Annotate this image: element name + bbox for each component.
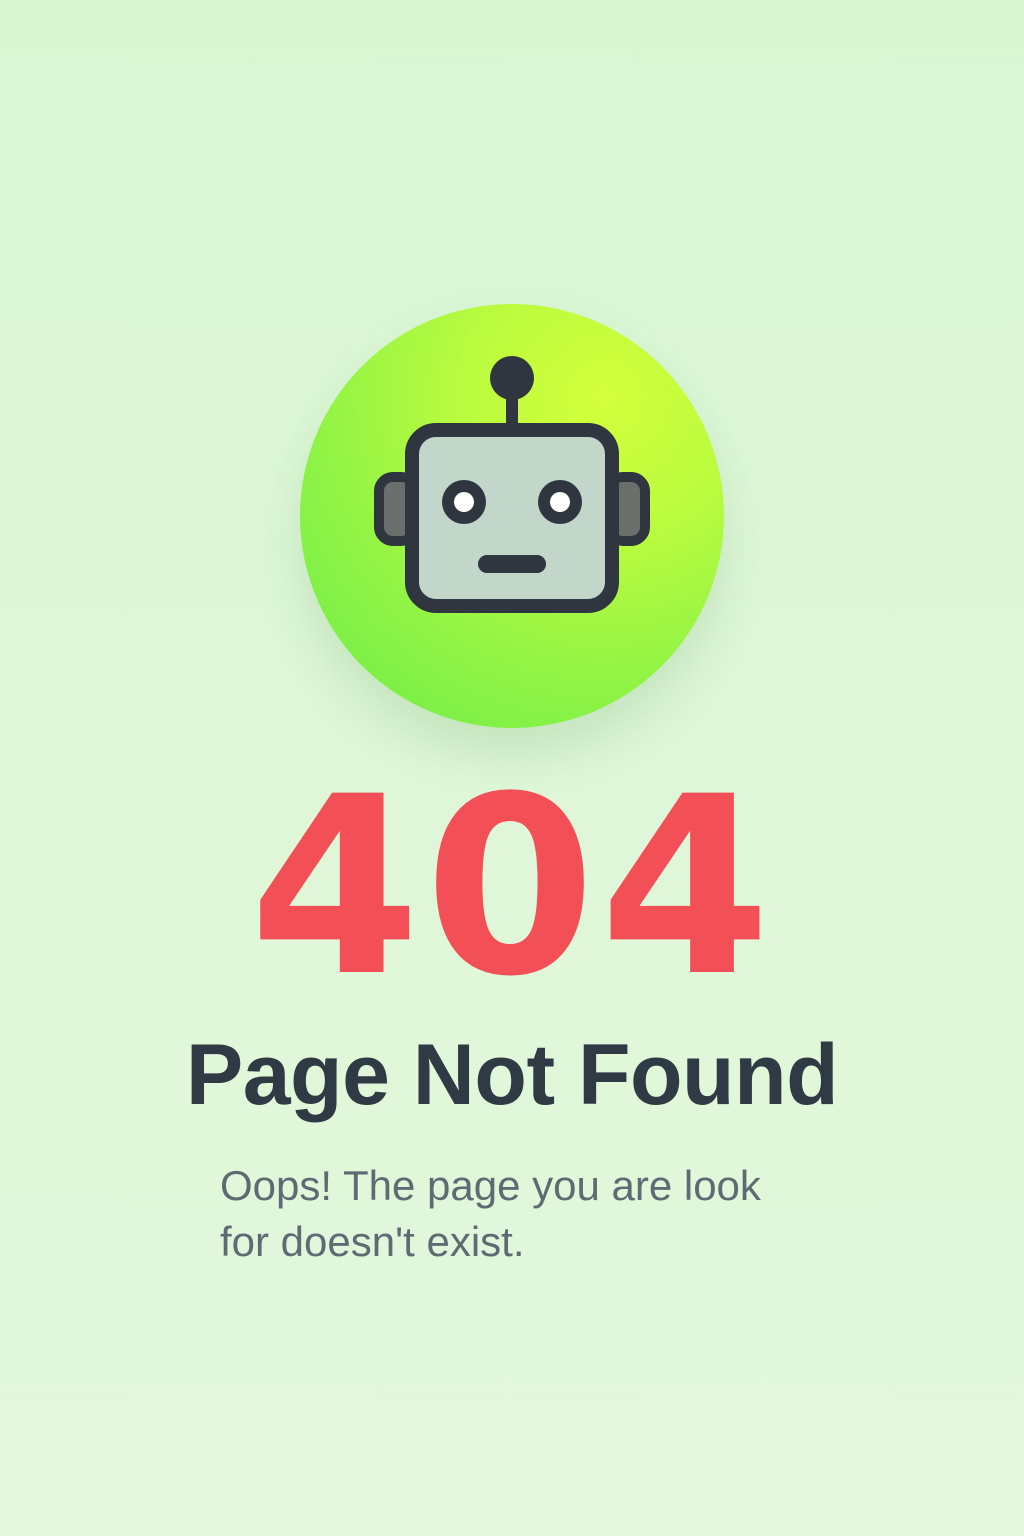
error-code: 404 — [249, 745, 775, 1031]
error-message: Oops! The page you are look for doesn't … — [220, 1162, 761, 1265]
error-page: 404 Page Not Found Oops! The page you ar… — [0, 0, 1024, 1536]
error-title: Page Not Found — [185, 1027, 839, 1123]
robot-icon — [374, 356, 650, 613]
